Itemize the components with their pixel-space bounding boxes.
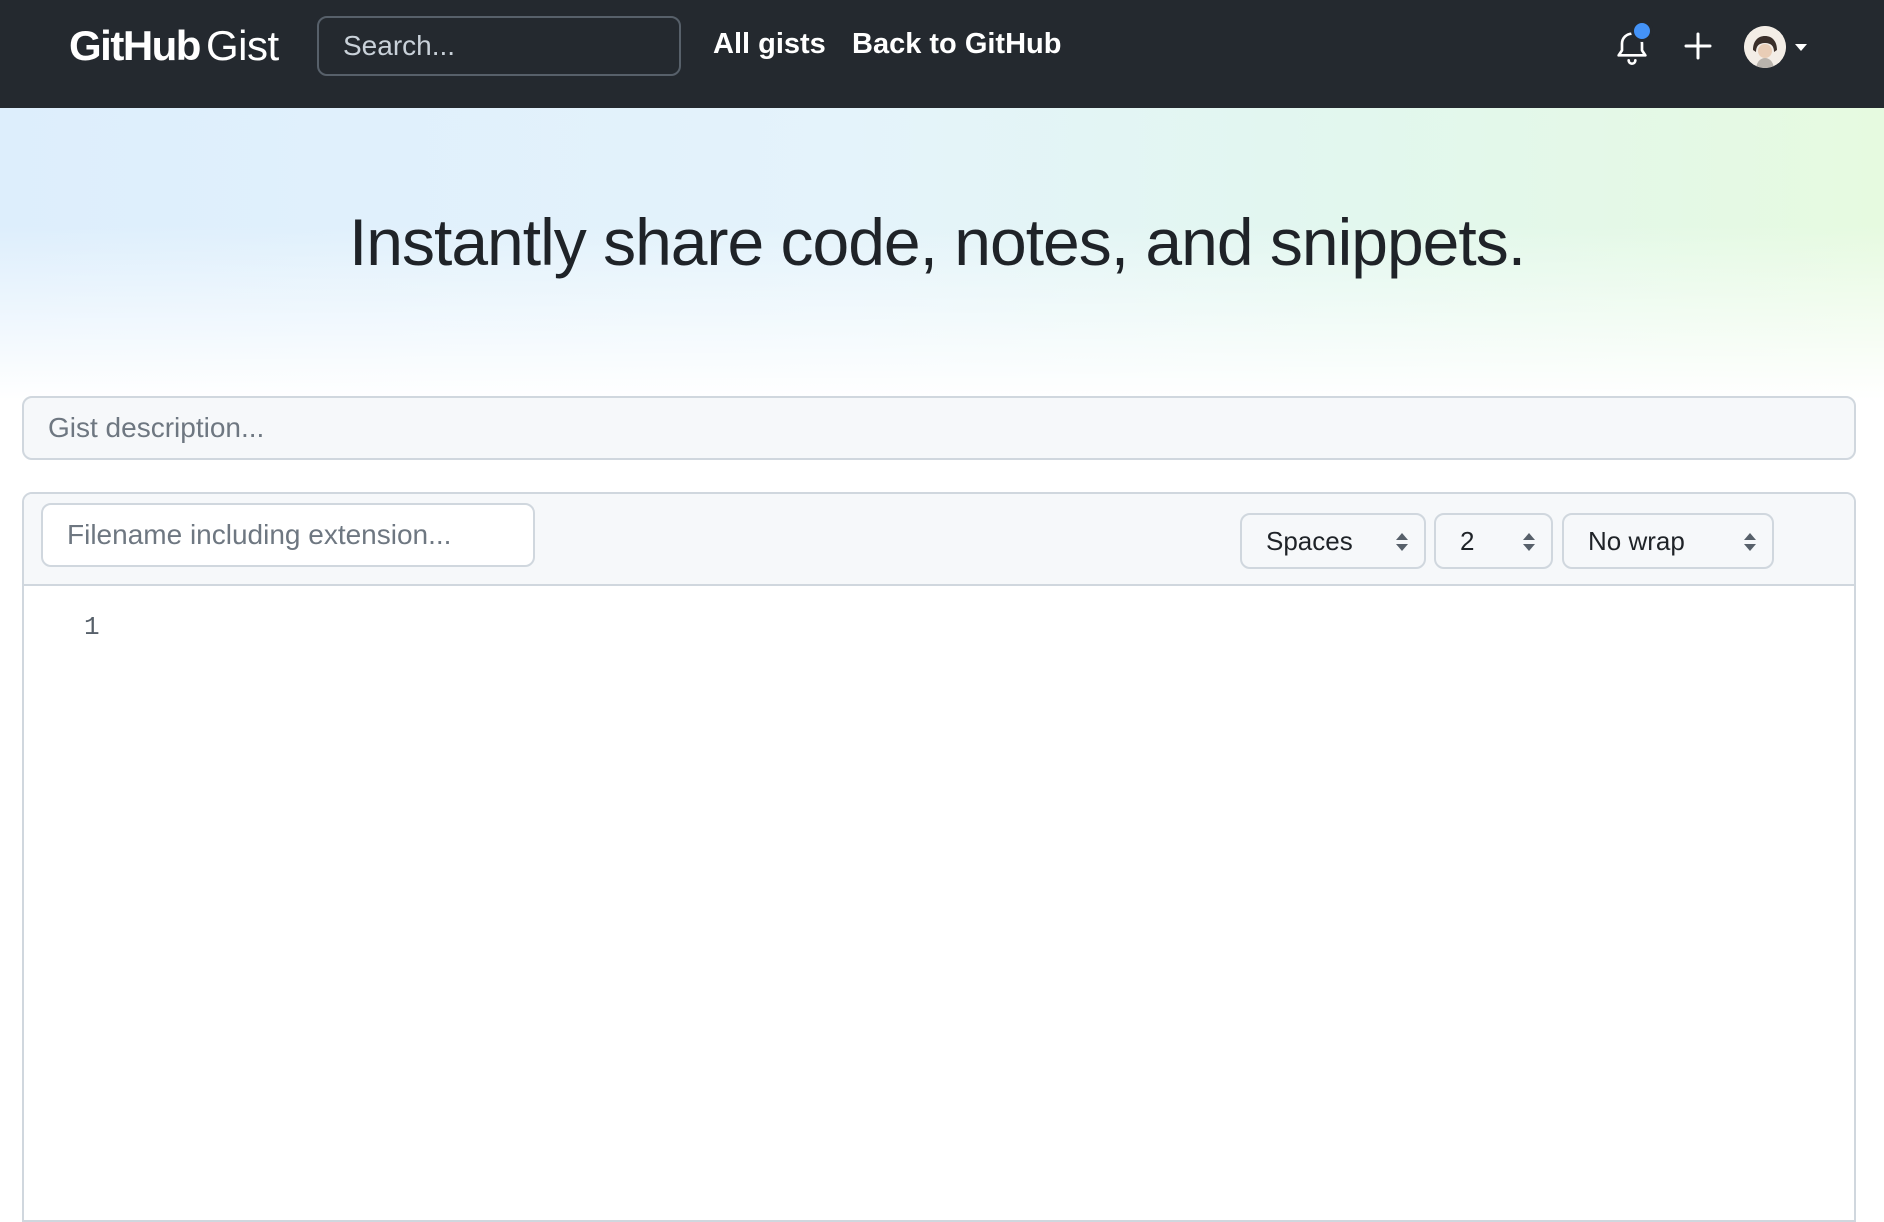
file-editor: Spaces 2 No wrap 1 <box>22 492 1856 1222</box>
logo-gist-text: Gist <box>205 22 279 69</box>
wrap-mode-value: No wrap <box>1588 525 1685 556</box>
indent-size-select[interactable]: 2 <box>1434 513 1553 569</box>
github-gist-logo[interactable]: GitHub Gist <box>69 22 279 70</box>
indent-mode-select[interactable]: Spaces <box>1240 513 1426 569</box>
search-input[interactable] <box>317 16 681 76</box>
logo-github-text: GitHub <box>69 22 201 69</box>
hero-banner: Instantly share code, notes, and snippet… <box>0 108 1884 400</box>
select-arrows-icon <box>1744 533 1756 551</box>
avatar <box>1744 26 1786 68</box>
page-title: Instantly share code, notes, and snippet… <box>348 205 1526 279</box>
caret-down-icon <box>1795 44 1807 51</box>
nav-all-gists[interactable]: All gists <box>713 28 826 61</box>
select-arrows-icon <box>1523 533 1535 551</box>
indent-mode-value: Spaces <box>1266 525 1353 556</box>
filename-input[interactable] <box>41 503 535 567</box>
user-menu[interactable] <box>1744 26 1812 68</box>
wrap-mode-select[interactable]: No wrap <box>1562 513 1774 569</box>
top-header: GitHub Gist All gists Back to GitHub <box>0 0 1884 108</box>
indent-size-value: 2 <box>1460 525 1475 556</box>
select-arrows-icon <box>1396 533 1408 551</box>
editor-toolbar: Spaces 2 No wrap <box>24 494 1854 586</box>
notification-dot <box>1631 20 1653 42</box>
line-number: 1 <box>84 612 100 642</box>
plus-icon[interactable] <box>1680 28 1716 64</box>
gist-description-input[interactable] <box>22 396 1856 460</box>
code-editor-area[interactable] <box>144 604 1834 1204</box>
nav-back-to-github[interactable]: Back to GitHub <box>852 28 1061 61</box>
